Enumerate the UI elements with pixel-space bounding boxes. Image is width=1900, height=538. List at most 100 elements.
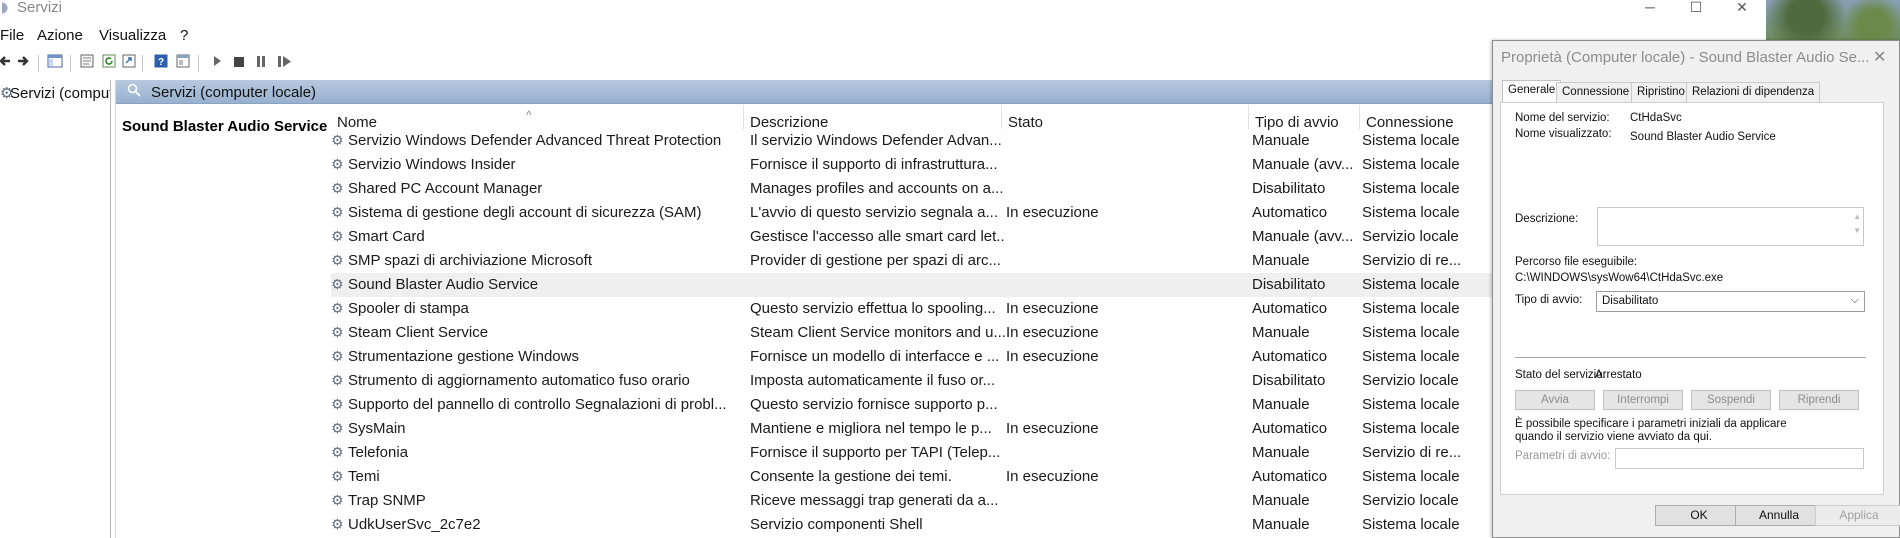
table-row[interactable]: ⚙ Servizio Windows Insider Fornisce il sup… <box>331 153 1501 177</box>
service-gear-icon: ⚙ <box>331 228 344 244</box>
minimize-button[interactable]: ─ <box>1630 0 1670 17</box>
table-row[interactable]: ⚙ Trap SNMP Riceve messaggi trap generati … <box>331 489 1501 513</box>
view-icon[interactable] <box>174 54 192 72</box>
services-pane: Servizi (computer locale) Sound Blaster … <box>115 80 1501 538</box>
start-service-icon[interactable] <box>208 54 226 72</box>
service-name: Trap SNMP <box>348 492 426 509</box>
table-row[interactable]: ⚙ SysMain Mantiene e migliora nel tempo le… <box>331 417 1501 441</box>
cell-state: In esecuzione <box>1006 300 1099 317</box>
menu-help[interactable]: ? <box>180 27 188 44</box>
window-title-text: Servizi <box>17 0 63 16</box>
stop-button[interactable]: Interrompi <box>1603 390 1683 410</box>
service-name: Strumentazione gestione Windows <box>348 348 579 365</box>
start-button[interactable]: Avvia <box>1515 390 1595 410</box>
scroll-arrows-icon: ▲ ▼ <box>1853 212 1861 235</box>
column-header-name[interactable]: Nome ^ <box>331 105 744 131</box>
menu-file[interactable]: File <box>0 27 24 44</box>
cell-name: ⚙ Servizio Windows Defender Advanced Thre… <box>331 132 741 149</box>
tab-generale[interactable]: Generale <box>1502 80 1562 103</box>
help-icon[interactable]: ? <box>152 54 170 72</box>
cell-start: Automatico <box>1252 204 1328 221</box>
cell-conn: Sistema locale <box>1362 348 1460 365</box>
table-row[interactable]: ⚙ Telefonia Fornisce il supporto per TAPI … <box>331 441 1501 465</box>
column-header-status[interactable]: Stato <box>1002 105 1249 131</box>
cell-desc: Servizio componenti Shell <box>750 516 923 533</box>
table-row[interactable]: ⚙ Smart Card Gestisce l'accesso alle smart… <box>331 225 1501 249</box>
cell-start: Automatico <box>1252 420 1328 437</box>
tab-ripristino[interactable]: Ripristino <box>1631 82 1691 102</box>
cell-start: Manuale (avv... <box>1252 228 1354 245</box>
title-bar: Servizi ─ ☐ ✕ <box>0 0 1766 17</box>
export-list-icon[interactable] <box>120 54 138 72</box>
cell-start: Disabilitato <box>1252 372 1326 389</box>
cell-name: ⚙ Shared PC Account Manager <box>331 180 741 197</box>
startup-type-label: Tipo di avvio: <box>1515 294 1583 306</box>
table-row[interactable]: ⚙ Strumento di aggiornamento automatico f… <box>331 369 1501 393</box>
startup-type-value: Disabilitato <box>1602 295 1659 307</box>
cell-desc: Questo servizio effettua lo spooling... <box>750 300 996 317</box>
pane-header-title: Servizi (computer locale) <box>151 84 317 101</box>
stop-service-icon[interactable] <box>230 54 248 72</box>
tab-relazioni-dipendenza[interactable]: Relazioni di dipendenza <box>1686 82 1821 102</box>
cancel-button[interactable]: Annulla <box>1735 505 1823 526</box>
cell-name: ⚙ Trap SNMP <box>331 492 741 509</box>
cell-state: In esecuzione <box>1006 204 1099 221</box>
table-row[interactable]: ⚙ Strumentazione gestione Windows Fornisce… <box>331 345 1501 369</box>
column-header-logon[interactable]: Connessione <box>1360 105 1501 131</box>
forward-icon[interactable] <box>14 54 32 72</box>
close-button[interactable]: ✕ <box>1722 0 1762 17</box>
table-row[interactable]: ⚙ Supporto del pannello di controllo Segn… <box>331 393 1501 417</box>
cell-start: Manuale <box>1252 516 1310 533</box>
table-row[interactable]: ⚙ Servizio Windows Defender Advanced Thre… <box>331 129 1501 153</box>
column-header-description[interactable]: Descrizione <box>744 105 1002 131</box>
dialog-close-button[interactable]: ✕ <box>1873 47 1886 67</box>
menu-visualizza[interactable]: Visualizza <box>99 27 166 44</box>
cell-state: In esecuzione <box>1006 420 1099 437</box>
table-row[interactable]: ⚙ Sound Blaster Audio Service Disabilitato… <box>331 273 1501 297</box>
table-row[interactable]: ⚙ Steam Client Service Steam Client Servic… <box>331 321 1501 345</box>
toolbar: ? <box>0 50 1500 78</box>
display-name-label: Nome visualizzato: <box>1515 128 1612 140</box>
cell-desc: Imposta automaticamente il fuso or... <box>750 372 996 389</box>
pause-button[interactable]: Sospendi <box>1691 390 1771 410</box>
refresh-icon[interactable] <box>100 54 118 72</box>
cell-start: Manuale <box>1252 324 1310 341</box>
pause-service-icon[interactable] <box>252 54 270 72</box>
startup-type-select[interactable]: Disabilitato ⌵ <box>1596 291 1865 312</box>
exe-path-value: C:\WINDOWS\sysWow64\CtHdaSvc.exe <box>1515 272 1724 284</box>
maximize-button[interactable]: ☐ <box>1676 0 1716 17</box>
table-row[interactable]: ⚙ Shared PC Account Manager Manages profil… <box>331 177 1501 201</box>
cell-start: Manuale <box>1252 492 1310 509</box>
properties-dialog: Proprietà (Computer locale) - Sound Blas… <box>1492 40 1900 538</box>
service-name: Servizio Windows Insider <box>348 156 516 173</box>
table-row[interactable]: ⚙ Sistema di gestione degli account di si… <box>331 201 1501 225</box>
table-row[interactable]: ⚙ UdkUserSvc_2c7e2 Servizio componenti She… <box>331 513 1501 537</box>
service-gear-icon: ⚙ <box>331 444 344 460</box>
service-name: Smart Card <box>348 228 425 245</box>
column-header-startup-type[interactable]: Tipo di avvio <box>1249 105 1360 131</box>
service-gear-icon: ⚙ <box>331 396 344 412</box>
table-row[interactable]: ⚙ Spooler di stampa Questo servizio effett… <box>331 297 1501 321</box>
ok-button[interactable]: OK <box>1655 505 1743 526</box>
table-row[interactable]: ⚙ Temi Consente la gestione dei temi. In es… <box>331 465 1501 489</box>
cell-conn: Sistema locale <box>1362 420 1460 437</box>
cell-desc: Consente la gestione dei temi. <box>750 468 952 485</box>
show-hide-console-tree-icon[interactable] <box>46 54 64 72</box>
properties-icon[interactable] <box>78 54 96 72</box>
tree-item-services-local[interactable]: ⚙Servizi (computer locale) <box>0 84 110 104</box>
cell-name: ⚙ Spooler di stampa <box>331 300 741 317</box>
start-parameters-input[interactable] <box>1615 448 1864 469</box>
resume-button[interactable]: Riprendi <box>1779 390 1859 410</box>
service-gear-icon: ⚙ <box>331 348 344 364</box>
description-textbox[interactable]: ▲ ▼ <box>1597 207 1864 246</box>
tab-connessione[interactable]: Connessione <box>1556 82 1636 102</box>
search-icon <box>127 83 141 100</box>
restart-service-icon[interactable] <box>276 54 294 72</box>
menu-azione[interactable]: Azione <box>37 27 83 44</box>
service-name: Shared PC Account Manager <box>348 180 543 197</box>
cell-conn: Sistema locale <box>1362 180 1460 197</box>
cell-conn: Servizio locale <box>1362 492 1459 509</box>
apply-button[interactable]: Applica <box>1815 505 1900 526</box>
back-icon[interactable] <box>0 54 14 72</box>
table-row[interactable]: ⚙ SMP spazi di archiviazione Microsoft Pro… <box>331 249 1501 273</box>
